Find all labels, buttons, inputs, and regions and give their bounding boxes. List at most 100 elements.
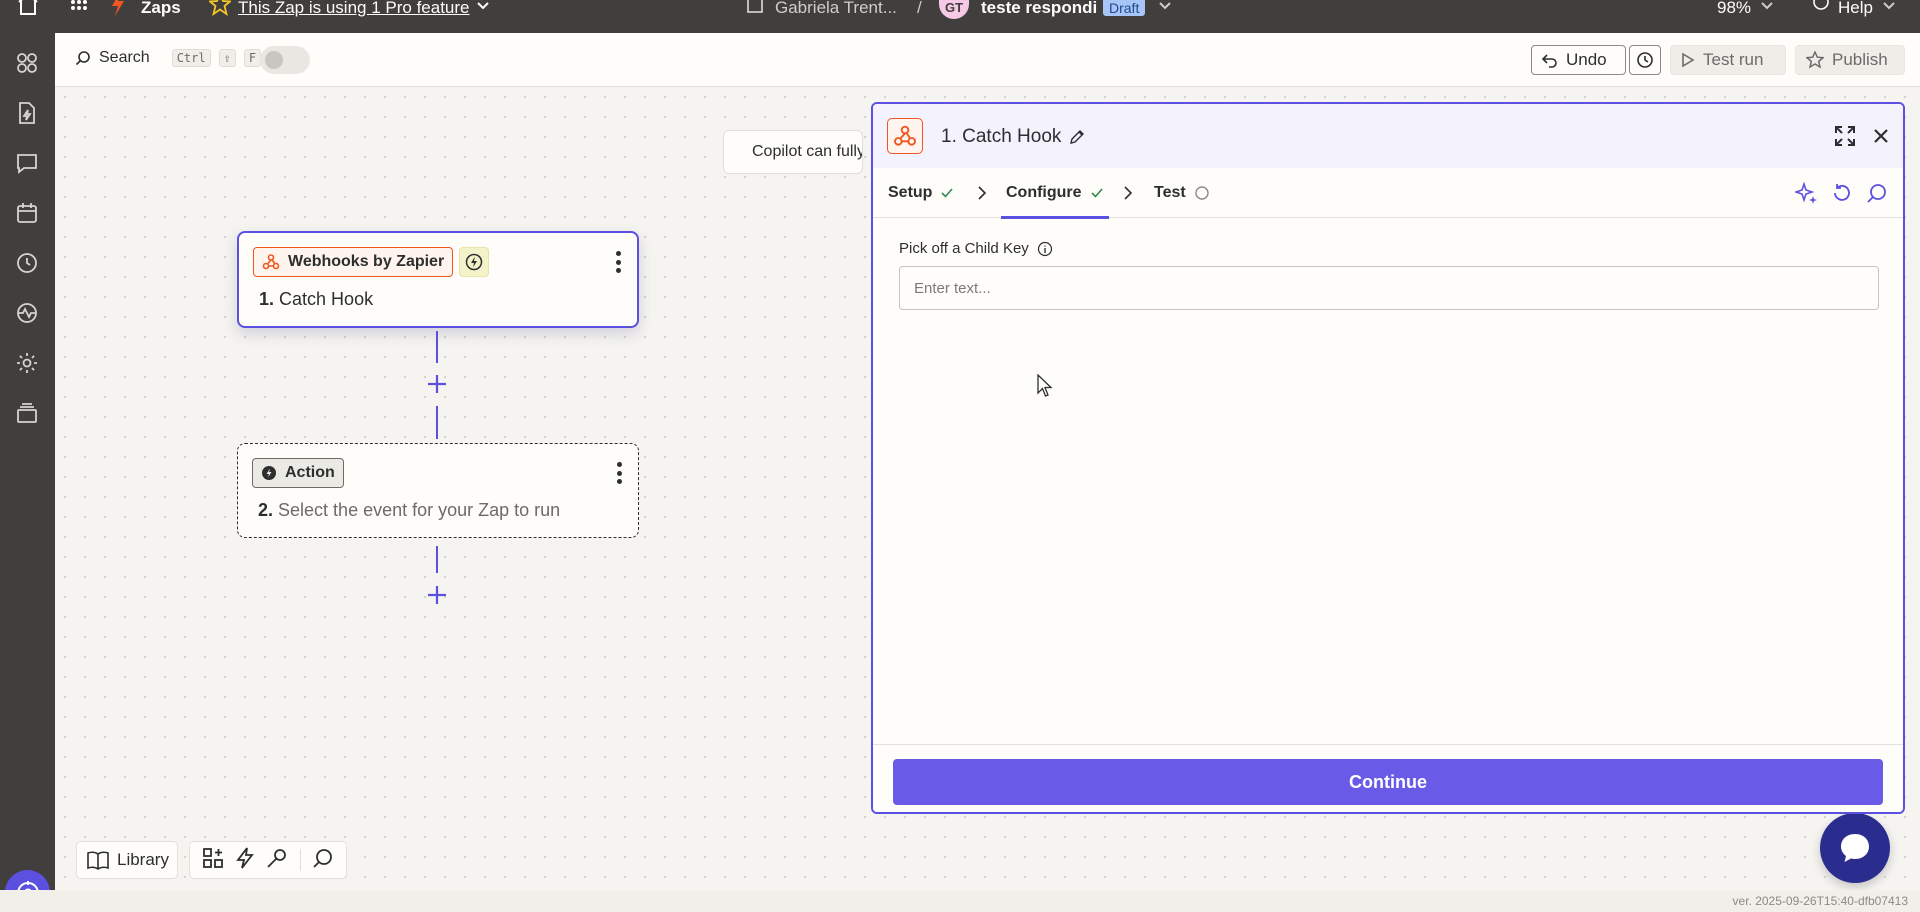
search-button[interactable]: Search Ctrl ⇧ F (75, 49, 262, 67)
library-button[interactable]: Library (76, 841, 178, 879)
info-icon[interactable] (1037, 241, 1053, 257)
pro-star-icon (209, 0, 231, 16)
interfaces-icon[interactable] (15, 151, 39, 175)
version-history-button[interactable] (1629, 45, 1661, 75)
avatar-initials: GT (939, 0, 969, 19)
shortcut-shift: ⇧ (218, 49, 236, 67)
help-chevron-icon[interactable] (1882, 0, 1896, 16)
step-tabs: Setup Configure Test (873, 168, 1903, 219)
mouse-cursor-icon (1037, 374, 1053, 397)
ai-sparkle-icon[interactable] (1793, 181, 1817, 204)
book-icon (87, 851, 109, 870)
copilot-banner[interactable]: Copilot can fully build your Zap (723, 130, 863, 174)
folder-icon (746, 0, 764, 16)
zap-menu-chevron-icon[interactable] (1158, 0, 1172, 16)
tables-icon[interactable] (15, 201, 39, 225)
settings-gear-icon[interactable] (15, 351, 39, 375)
search-canvas-icon[interactable] (312, 847, 334, 874)
top-bar: Zaps This Zap is using 1 Pro feature Gab… (0, 0, 1920, 33)
child-key-input[interactable] (899, 266, 1879, 310)
editor-toolbar: Search Ctrl ⇧ F Undo Test run Publish (55, 33, 1920, 87)
add-step-plus-icon[interactable] (425, 372, 449, 396)
pending-circle-icon (1195, 186, 1209, 200)
search-fields-icon[interactable] (1866, 182, 1888, 204)
avatar: GT (939, 0, 969, 19)
zoom-chevron-icon[interactable] (1760, 0, 1774, 16)
panel-title[interactable]: 1. Catch Hook (941, 126, 1085, 148)
tab-setup[interactable]: Setup (888, 168, 954, 218)
zapier-logo-icon (108, 0, 128, 16)
chat-bubble-icon (1841, 834, 1869, 862)
trigger-step-card[interactable]: Webhooks by Zapier 1. Catch Hook (237, 231, 639, 328)
tab-configure[interactable]: Configure (1001, 168, 1109, 219)
chevron-down-icon[interactable] (476, 0, 490, 16)
test-run-label: Test run (1703, 50, 1764, 69)
activity-icon[interactable] (15, 301, 39, 325)
tab-test[interactable]: Test (1154, 168, 1210, 218)
undo-icon (1542, 54, 1557, 68)
apps-icon[interactable] (15, 51, 39, 75)
expand-icon[interactable] (1833, 124, 1857, 148)
tools-divider (299, 849, 301, 871)
canvas-tools (189, 841, 347, 879)
check-icon (941, 188, 954, 198)
library-label: Library (117, 850, 169, 869)
more-options-icon[interactable] (616, 462, 622, 484)
search-label: Search (99, 49, 150, 66)
chevron-right-icon (1119, 184, 1137, 202)
app-badge: Webhooks by Zapier (253, 247, 454, 277)
action-badge: Action (252, 458, 344, 488)
test-run-button[interactable]: Test run (1670, 45, 1786, 75)
step-title: 2. Select the event for your Zap to run (258, 500, 561, 520)
app-name: Webhooks by Zapier (288, 253, 445, 270)
footer-strip (0, 890, 1920, 912)
lightning-icon[interactable] (235, 846, 255, 874)
shortcut-f: F (243, 49, 262, 67)
webhook-icon (262, 254, 280, 270)
history-clock-icon (1637, 52, 1653, 68)
chat-support-button[interactable] (1820, 813, 1890, 883)
undo-label: Undo (1566, 50, 1607, 69)
zoom-level[interactable]: 98% (1717, 0, 1751, 17)
publish-button[interactable]: Publish (1795, 45, 1905, 75)
pro-feature-link[interactable]: This Zap is using 1 Pro feature (238, 0, 470, 17)
continue-button[interactable]: Continue (893, 759, 1883, 805)
edit-pencil-icon[interactable] (1069, 129, 1085, 145)
refresh-icon[interactable] (1831, 182, 1853, 204)
apps-grid-icon[interactable] (70, 0, 88, 16)
shortcut-ctrl: Ctrl (171, 49, 211, 67)
zaps-link[interactable]: Zaps (141, 0, 181, 17)
zap-name[interactable]: teste respondi (981, 0, 1097, 17)
publish-label: Publish (1832, 50, 1888, 69)
child-key-label: Pick off a Child Key (899, 240, 1053, 257)
home-icon[interactable] (18, 0, 38, 16)
add-step-plus-icon[interactable] (425, 583, 449, 607)
undo-button[interactable]: Undo (1531, 45, 1626, 75)
action-badge-label: Action (285, 464, 335, 481)
close-icon[interactable] (1869, 124, 1893, 148)
folder-owner[interactable]: Gabriela Trent... (775, 0, 897, 17)
panel-header: 1. Catch Hook (873, 104, 1903, 168)
tools-wrench-icon[interactable] (266, 847, 288, 874)
search-icon (75, 51, 90, 66)
step-editor-panel: 1. Catch Hook Setup Configure Test Pick … (871, 102, 1905, 814)
help-menu[interactable]: Help (1838, 0, 1873, 17)
add-widgets-icon[interactable] (202, 847, 224, 874)
more-options-icon[interactable] (615, 251, 621, 273)
help-icon[interactable] (1812, 0, 1830, 16)
webhook-app-icon (887, 118, 923, 154)
stack-icon[interactable] (15, 401, 39, 425)
check-icon (1090, 188, 1103, 198)
canvas-toggle[interactable] (260, 46, 310, 74)
step-title: 1. Catch Hook (259, 289, 374, 309)
connector-line (436, 546, 438, 573)
action-step-card[interactable]: Action 2. Select the event for your Zap … (237, 443, 639, 538)
history-icon[interactable] (15, 251, 39, 275)
play-icon (1682, 52, 1695, 68)
connector-line (436, 331, 438, 363)
zap-file-icon[interactable] (15, 101, 39, 125)
left-sidebar (0, 33, 55, 912)
copilot-text: Copilot can fully build your Zap (752, 143, 863, 160)
instant-trigger-icon (459, 247, 489, 277)
version-text: ver. 2025-09-26T15:40-dfb07413 (1732, 894, 1908, 908)
